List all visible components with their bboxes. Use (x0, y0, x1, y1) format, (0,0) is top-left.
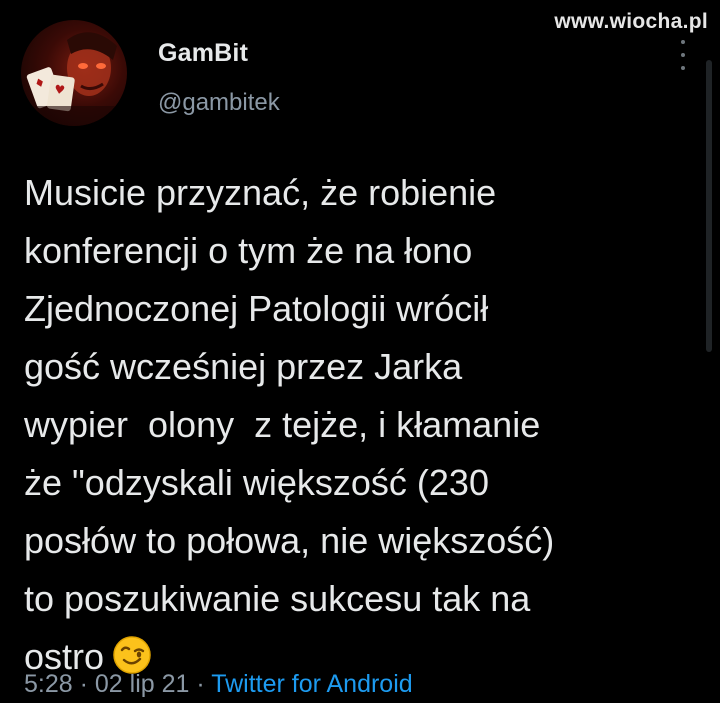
tweet-line: konferencji o tym że na łono (24, 230, 473, 271)
tweet-line: to poszukiwanie sukcesu tak na (24, 578, 531, 619)
tweet-card: www.wiocha.pl ♦ ♥ GamBit @gambitek Music… (0, 0, 720, 703)
scrollbar[interactable] (706, 60, 712, 352)
avatar[interactable]: ♦ ♥ (21, 20, 127, 126)
tweet-source-link[interactable]: Twitter for Android (211, 670, 412, 698)
tweet-text: Musicie przyznać, że robienie konferencj… (24, 164, 694, 692)
tweet-line: gość wcześniej przez Jarka (24, 346, 463, 387)
dot (681, 53, 685, 57)
tweet-metadata: 5:28 · 02 lip 21 · Twitter for Android (24, 668, 413, 700)
svg-text:♥: ♥ (53, 82, 66, 97)
tweet-line: posłów to połowa, nie większość) (24, 520, 555, 561)
dot (681, 40, 685, 44)
watermark: www.wiocha.pl (554, 10, 708, 33)
separator: · (72, 670, 95, 698)
tweet-line: że "odzyskali większość (230 (24, 462, 489, 503)
tweet-time: 5:28 (24, 670, 73, 698)
tweet-line: Zjednoczonej Patologii wrócił (24, 288, 489, 329)
dot (681, 66, 685, 70)
display-name[interactable]: GamBit (158, 38, 280, 68)
user-info: GamBit @gambitek (158, 38, 280, 118)
tweet-line: wypier olony z tejże, i kłamanie (24, 404, 541, 445)
separator: · (189, 670, 212, 698)
more-options-icon[interactable] (676, 40, 690, 70)
avatar-image: ♦ ♥ (21, 32, 127, 126)
tweet-date: 02 lip 21 (94, 670, 190, 698)
user-handle[interactable]: @gambitek (158, 88, 280, 118)
tweet-line: Musicie przyznać, że robienie (24, 172, 497, 213)
